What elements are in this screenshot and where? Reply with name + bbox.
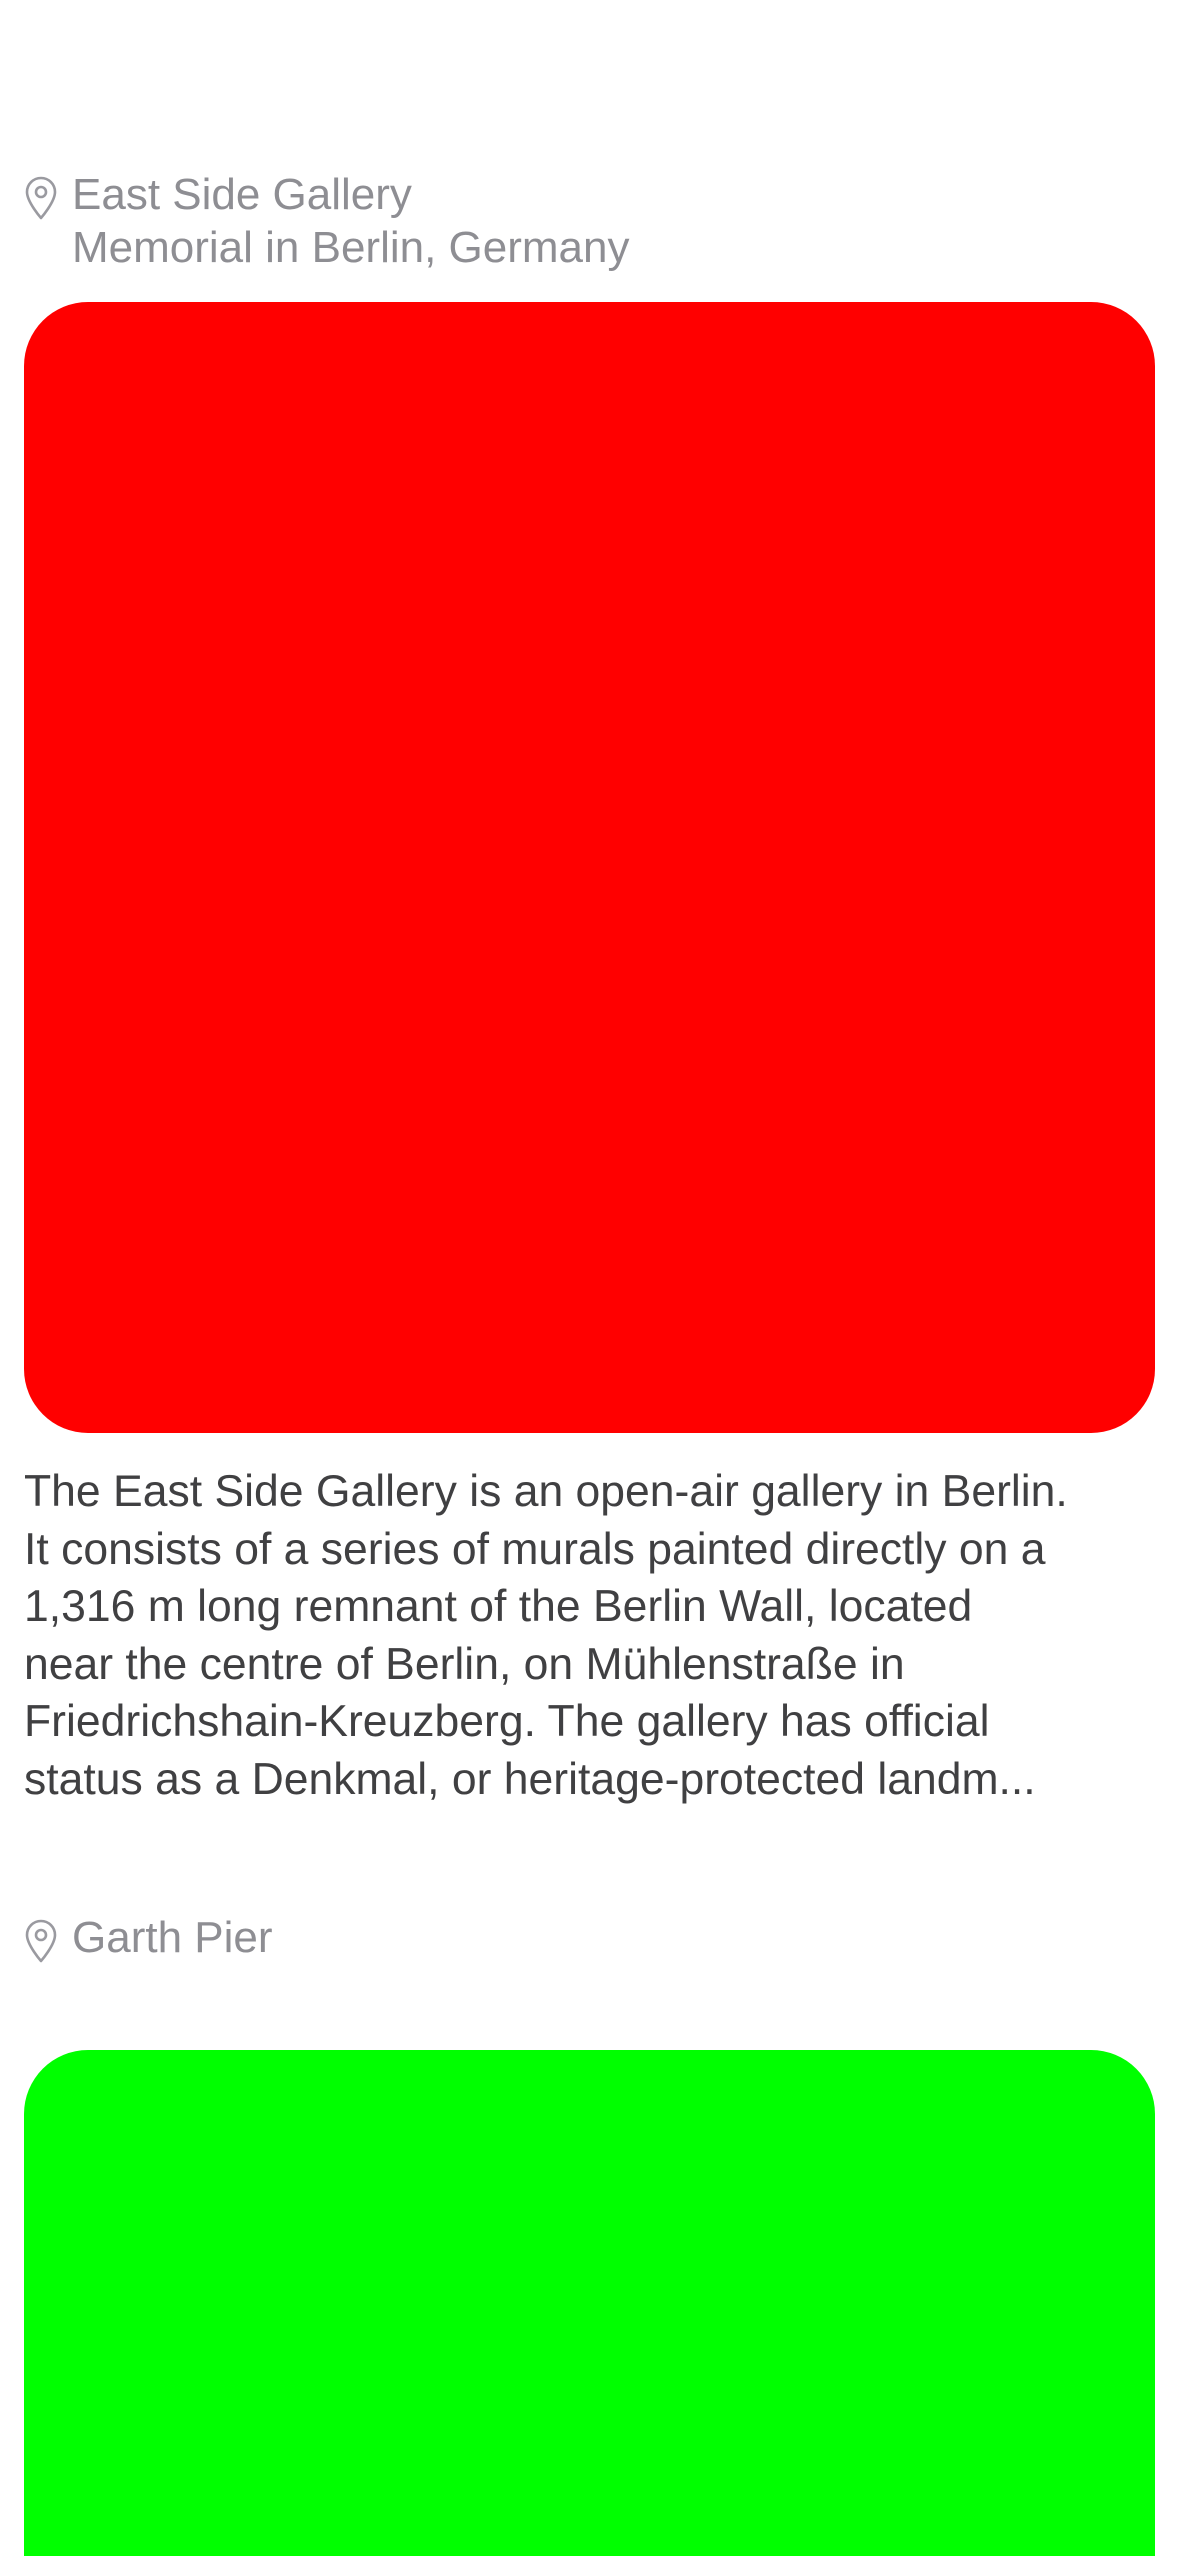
location-header-east-side-gallery[interactable]: East Side Gallery Memorial in Berlin, Ge…: [24, 168, 630, 274]
description-line: The East Side Gallery is an open-air gal…: [24, 1467, 1068, 1516]
map-pin-icon: [24, 176, 58, 220]
description-line: 1,316 m long remnant of the Berlin Wall,…: [24, 1582, 973, 1631]
description-line: Friedrichshain-Kreuzberg. The gallery ha…: [24, 1697, 990, 1746]
description-line: near the centre of Berlin, on Mühlenstra…: [24, 1639, 905, 1689]
map-pin-icon: [24, 1919, 58, 1963]
description-line: status as a Denkmal, or heritage-protect…: [24, 1754, 1036, 1804]
post-image[interactable]: [24, 302, 1155, 1433]
location-header-garth-pier[interactable]: Garth Pier: [24, 1911, 273, 1964]
location-name: East Side Gallery: [72, 170, 412, 219]
post-image[interactable]: [24, 2050, 1155, 2556]
post-description: The East Side Gallery is an open-air gal…: [24, 1463, 1162, 1808]
description-line: It consists of a series of murals painte…: [24, 1524, 1046, 1574]
location-name: Garth Pier: [72, 1913, 273, 1962]
location-subtitle: Memorial in Berlin, Germany: [72, 223, 630, 272]
